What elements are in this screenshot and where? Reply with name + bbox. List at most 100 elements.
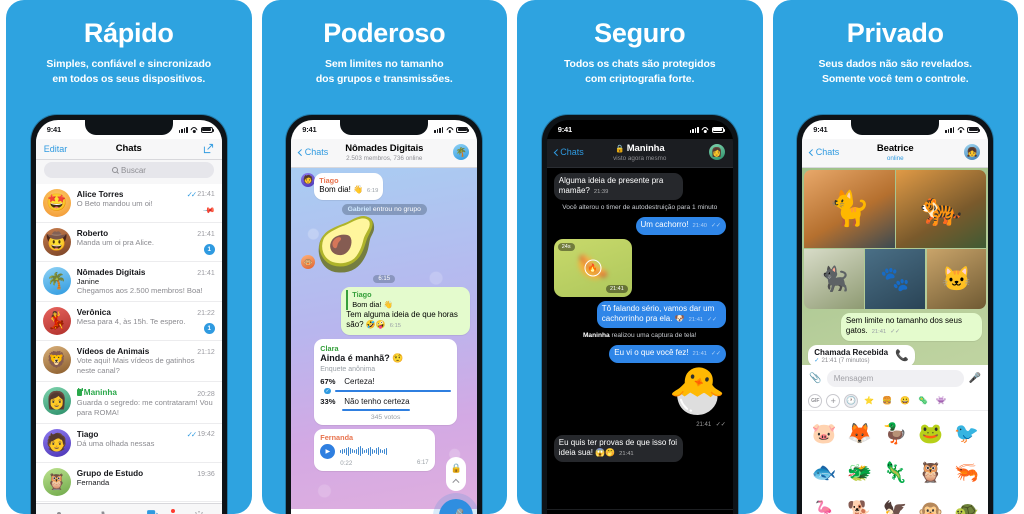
album-photo[interactable]: 🐈‍⬛ [804,249,864,309]
phone-icon[interactable]: 📞 [895,349,909,362]
tab-configuracoes[interactable]: Configurações [175,509,222,514]
sticker-item[interactable]: 🐲 [843,454,877,491]
group-message-thread[interactable]: 🧑 Tiago Bom dia! 👋 6:19 Gabriel entrou no… [291,167,478,514]
contact-avatar-button[interactable]: 👧 [942,144,981,161]
album-photo[interactable]: 🐱 [926,249,987,309]
gif-icon[interactable]: GIF [808,393,823,408]
phone-mockup-2: 9:41 Chats Nômades Digitais 2.503 membro… [286,115,483,514]
voice-message[interactable]: Fernanda ▶ 0:22 6:17 [314,428,435,471]
paperclip-icon[interactable]: 📎 [809,373,821,384]
panel-subtitle: Seus dados não são revelados. Somente vo… [819,57,973,87]
play-icon[interactable]: ▶ [320,443,336,459]
message-bubble-outgoing[interactable]: Eu vi o que você fez! 21:41 ✓✓ [609,345,726,363]
sticker-pack-smile[interactable]: 😀 [898,394,912,408]
album-photo[interactable]: 🐈 [804,169,895,248]
system-message: Você alterou o timer de autodestruição p… [562,204,718,212]
compose-button[interactable] [176,143,214,154]
sticker-pack-star[interactable]: ⭐ [862,394,876,408]
poll-card[interactable]: Clara Ainda é manhã? 🤨 Enquete anônima 6… [314,338,457,425]
feature-panel-rapido: Rápido Simples, confiável e sincronizado… [6,0,252,514]
back-button[interactable]: Chats [553,147,593,157]
message-bubble-outgoing[interactable]: Tiago Bom dia! 👋 Tem alguma ideia de que… [341,287,471,335]
secret-message-thread[interactable]: Alguma ideia de presente pra mamãe? 21:39… [546,167,733,509]
tab-chats[interactable]: Chats [129,508,177,514]
message-bubble-outgoing[interactable]: Um cachorro! 21:40 ✓✓ [635,216,726,235]
sticker-grid[interactable]: 🐷 🦊 🦆 🐸 🐦 🐟 🐲 🦎 🦉 🦐 🦩 🐕 🦅 🐵 🐢 [802,411,988,514]
sticker-item[interactable]: 🦆 [878,415,912,452]
poll-option[interactable]: 33% Não tenho certeza [320,397,451,411]
contact-avatar-button[interactable]: 👩 [687,144,725,161]
list-item[interactable]: 👩 Maninha 20:28 Guarda o segredo: me con… [35,382,222,424]
mic-icon[interactable]: 🎤 [969,373,981,384]
message-bubble-outgoing[interactable]: Tô falando sério, vamos dar um cachorrin… [596,300,726,329]
message-input[interactable]: Mensagem [826,369,964,387]
message-bubble-outgoing[interactable]: Sem limite no tamanho dos seus gatos. 21:… [840,313,983,341]
album-photo[interactable]: 🐾 [865,249,926,309]
sticker-item[interactable]: 🐸 [914,415,948,452]
sticker-pack-alien[interactable]: 👾 [934,394,948,408]
list-item[interactable]: 🤩 Alice Torres ✓✓ 21:41 O Beto mandou um … [35,184,222,223]
poll-sender: Clara [320,343,339,353]
bottom-tab-bar[interactable]: Contatos Chamadas Chats [35,503,222,514]
list-item[interactable]: 🦉 Grupo de Estudo 19:36 Fernanda [35,463,222,502]
sticker-pack-burger[interactable]: 🍔 [880,394,894,408]
edit-button[interactable]: Editar [44,144,82,154]
photo-album[interactable]: 🐈 🐅 [802,168,988,248]
message-bubble[interactable]: Tiago Bom dia! 👋 6:19 [314,172,384,201]
read-receipt-icon: ✓✓ [890,329,900,336]
chat-list[interactable]: 🤩 Alice Torres ✓✓ 21:41 O Beto mandou um … [35,184,222,503]
mic-record-button[interactable]: 🎤 [439,499,474,514]
chat-preview: Vote aqui! Mais vídeos de gatinhos neste… [76,356,195,376]
sticker-item[interactable]: 🦐 [950,454,984,491]
plus-icon[interactable]: + [826,393,841,408]
sticker-item[interactable]: 🦉 [914,454,948,491]
tab-chamadas[interactable]: Chamadas [82,509,129,514]
avatar: 💃 [42,307,71,336]
contact-status: online [886,154,904,162]
back-button[interactable]: Chats [298,147,337,157]
search-input[interactable]: Buscar [43,162,214,178]
sticker-pack-virus[interactable]: 🦠 [916,394,930,408]
sticker-item[interactable]: 🐷 [807,415,841,452]
list-item[interactable]: 💃 Verônica 21:22 Mesa para 4, às 15h. Te… [35,302,222,342]
sticker-item[interactable]: 🐢 [950,494,984,514]
chat-time: 21:12 [197,349,215,357]
recording-lock[interactable]: 🔒 [446,457,467,491]
sticker-message[interactable]: 🐵 🥑 [298,219,379,271]
sticker-item[interactable]: 🐵 [914,494,948,514]
sticker-panel[interactable]: 📎 Mensagem 🎤 GIF + 🕐 ⭐ 🍔 😀 🦠 👾 🐷 🦊 🦆 🐸 🐦… [802,365,989,514]
list-item[interactable]: 🌴 Nômades Digitais 21:41 Janine Chegamos… [35,262,222,303]
sticker-item[interactable]: 🐕 [843,494,877,514]
sticker-item[interactable]: 🐟 [807,454,841,491]
read-receipt-icon: ✓✓ [186,429,197,439]
sticker-item[interactable]: 🦎 [878,454,912,491]
group-avatar-button[interactable]: 🌴 [431,144,470,161]
back-button[interactable]: Chats [809,147,848,157]
list-item[interactable]: 🤠 Roberto 21:41 Manda um oi pra Alice. 1 [35,223,222,262]
message-bubble[interactable]: Alguma ideia de presente pra mamãe? 21:39 [553,172,683,201]
sticker-item[interactable]: 🦩 [807,494,841,514]
sticker-item[interactable]: 🦅 [878,494,912,514]
photo-album-row[interactable]: 🐈‍⬛ 🐾 🐱 [802,249,988,309]
photo-album-thread[interactable]: 🐈 🐅 🐈‍⬛ 🐾 🐱 Sem limite no tamanho dos se… [802,167,989,514]
sticker-item[interactable]: 🐦 [950,415,984,452]
chat-name: Grupo de Estudo [76,468,144,478]
self-destructing-photo[interactable]: 24s 🌭 🔥 21:41 [553,238,632,297]
recent-clock-icon[interactable]: 🕐 [844,393,859,408]
message-input-bar[interactable]: 📎 Mensagem 1m ⏱ 🎤 [546,509,733,514]
message-input-bar[interactable]: 📎 Mensagem 🎤 [802,365,988,391]
list-item[interactable]: 🧑 Tiago ✓✓ 19:42 Dá uma olhada nessas [35,424,222,463]
wifi-icon [957,127,965,133]
list-item[interactable]: 🦁 Vídeos de Animais 21:12 Vote aqui! Mai… [35,341,222,383]
album-photo[interactable]: 🐅 [896,169,987,248]
sticker-message[interactable]: 🐣 21:41 ✓✓ [668,367,725,431]
tab-contatos[interactable]: Contatos [36,509,83,514]
poll-option[interactable]: 67% Certeza! ✓ [320,377,451,395]
lock-icon [76,388,83,396]
chat-navbar: Chats Beatrice online 👧 [802,139,989,168]
sticker-glyph: 🐣 [668,363,726,416]
sticker-item[interactable]: 🦊 [843,415,877,452]
sticker-tab-strip[interactable]: GIF + 🕐 ⭐ 🍔 😀 🦠 👾 [802,391,989,411]
message-bubble[interactable]: Eu quis ter provas de que isso foi ideia… [553,434,683,463]
call-log-bubble[interactable]: Chamada Recebida ✓ 21:41 (7 minutos) 📞 [808,344,915,367]
